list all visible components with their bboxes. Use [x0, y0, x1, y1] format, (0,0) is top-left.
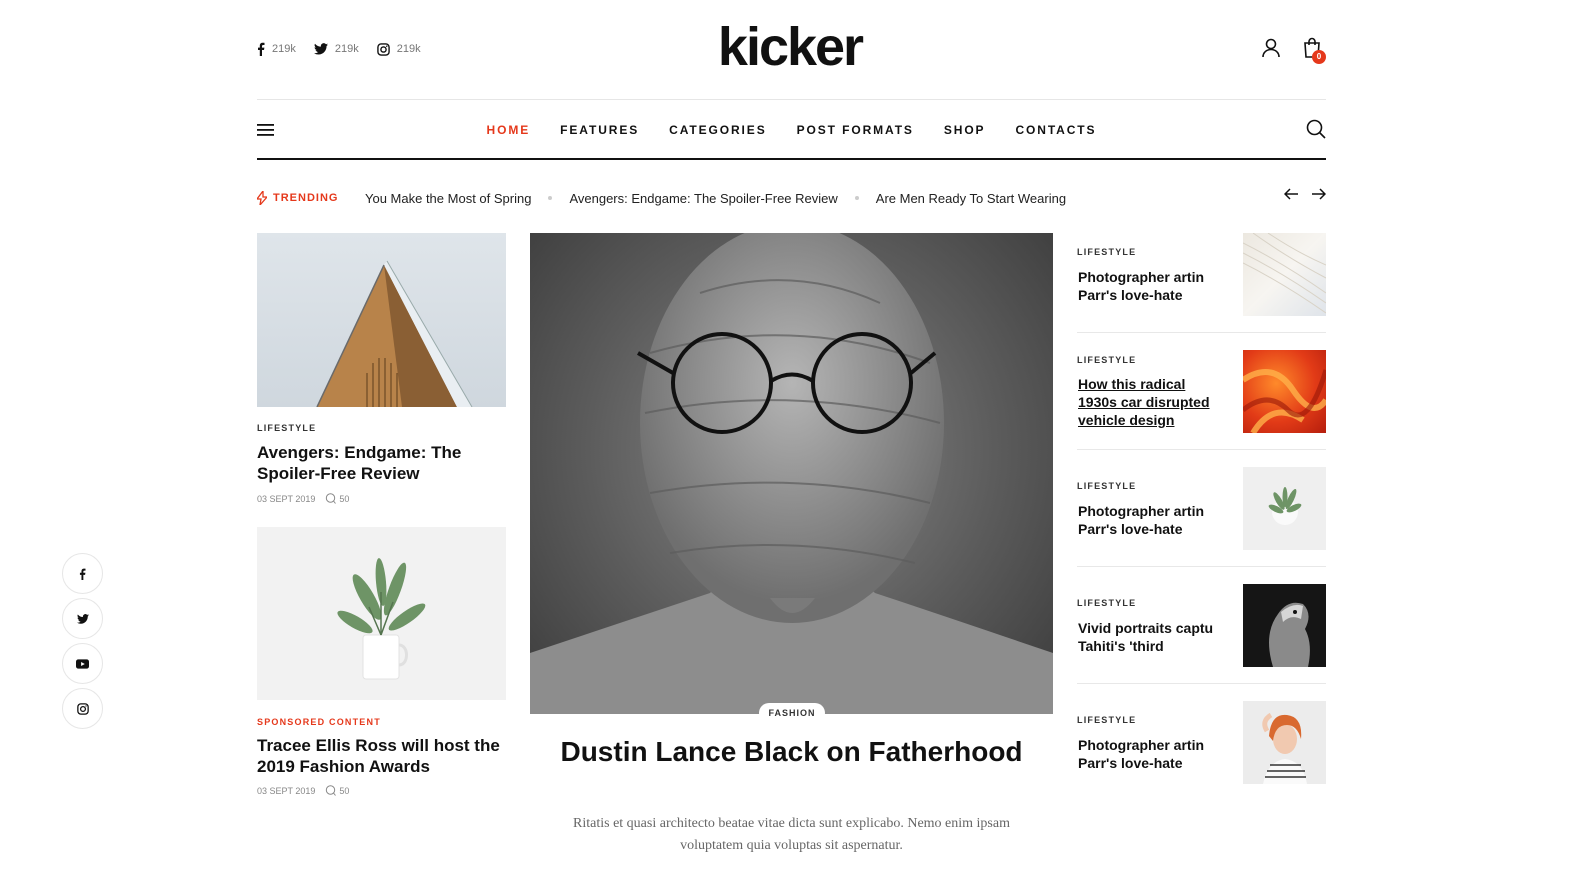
post-category[interactable]: LIFESTYLE [257, 423, 316, 433]
floating-instagram-button[interactable] [62, 688, 103, 729]
post-title[interactable]: Avengers: Endgame: The Spoiler-Free Revi… [257, 442, 487, 484]
cart-count-badge: 0 [1312, 50, 1326, 64]
floating-twitter-button[interactable] [62, 598, 103, 639]
side-post-category[interactable]: LIFESTYLE [1077, 247, 1136, 257]
comment-icon [326, 785, 337, 796]
site-logo[interactable]: kicker [0, 14, 1580, 80]
comment-count[interactable]: 50 [325, 785, 349, 796]
youtube-icon [76, 658, 89, 669]
instagram-icon [76, 702, 89, 715]
side-post-thumbnail[interactable] [1243, 701, 1326, 784]
post-image-building[interactable] [257, 233, 506, 407]
separator-dot [548, 196, 553, 200]
user-icon [1262, 38, 1280, 58]
nav-item-contacts[interactable]: CONTACTS [1015, 123, 1096, 137]
nav-item-categories[interactable]: CATEGORIES [669, 123, 766, 137]
trending-bar: TRENDING You Make the Most of Spring Ave… [257, 188, 1326, 208]
arrow-left-icon[interactable] [1284, 188, 1299, 200]
main-navigation: HOME FEATURES CATEGORIES POST FORMATS SH… [257, 100, 1326, 160]
nav-item-features[interactable]: FEATURES [560, 123, 639, 137]
twitter-icon [76, 613, 89, 624]
post-meta: 03 SEPT 2019 50 [257, 785, 349, 796]
search-icon [1306, 119, 1326, 139]
side-post-title[interactable]: Photographer artin Parr's love-hate [1078, 736, 1226, 772]
side-post-title[interactable]: Photographer artin Parr's love-hate [1078, 268, 1226, 304]
trending-item[interactable]: You Make the Most of Spring [365, 191, 531, 206]
floating-youtube-button[interactable] [62, 643, 103, 684]
search-button[interactable] [1306, 119, 1326, 144]
floating-facebook-button[interactable] [62, 553, 103, 594]
comment-icon [326, 493, 337, 504]
side-post-title[interactable]: Vivid portraits captu Tahiti's 'third [1078, 619, 1226, 655]
post-category-sponsored[interactable]: SPONSORED CONTENT [257, 717, 381, 727]
divider [1077, 332, 1326, 333]
facebook-icon [79, 568, 86, 580]
arrow-right-icon[interactable] [1311, 188, 1326, 200]
nav-item-post-formats[interactable]: POST FORMATS [797, 123, 914, 137]
side-post-thumbnail[interactable] [1243, 584, 1326, 667]
post-meta: 03 SEPT 2019 50 [257, 493, 349, 504]
side-post-title[interactable]: How this radical 1930s car disrupted veh… [1078, 375, 1226, 429]
divider [1077, 566, 1326, 567]
side-post-category[interactable]: LIFESTYLE [1077, 355, 1136, 365]
side-post-category[interactable]: LIFESTYLE [1077, 715, 1136, 725]
hero-image[interactable] [530, 233, 1053, 714]
post-image-plant[interactable] [257, 527, 506, 700]
comment-count[interactable]: 50 [325, 493, 349, 504]
floating-social-bar [62, 553, 103, 729]
divider [1077, 449, 1326, 450]
side-post-thumbnail[interactable] [1243, 233, 1326, 316]
hero-category-badge[interactable]: FASHION [759, 703, 825, 723]
hero-excerpt: Ritatis et quasi architecto beatae vitae… [573, 816, 1010, 853]
post-date: 03 SEPT 2019 [257, 493, 316, 504]
trending-label: TRENDING [257, 191, 365, 205]
hero-title[interactable]: Dustin Lance Black on Fatherhood [560, 736, 1023, 768]
nav-item-home[interactable]: HOME [487, 123, 531, 137]
side-post-title[interactable]: Photographer artin Parr's love-hate [1078, 502, 1226, 538]
side-post-thumbnail[interactable] [1243, 350, 1326, 433]
side-post-category[interactable]: LIFESTYLE [1077, 598, 1136, 608]
divider [1077, 683, 1326, 684]
post-title[interactable]: Tracee Ellis Ross will host the 2019 Fas… [257, 735, 502, 777]
lightning-icon [257, 191, 267, 205]
post-date: 03 SEPT 2019 [257, 785, 316, 796]
nav-item-shop[interactable]: SHOP [944, 123, 986, 137]
side-post-category[interactable]: LIFESTYLE [1077, 481, 1136, 491]
trending-item[interactable]: Avengers: Endgame: The Spoiler-Free Revi… [569, 191, 837, 206]
separator-dot [854, 196, 859, 200]
user-account-button[interactable] [1261, 38, 1281, 63]
trending-item[interactable]: Are Men Ready To Start Wearing [876, 191, 1066, 206]
side-post-thumbnail[interactable] [1243, 467, 1326, 550]
